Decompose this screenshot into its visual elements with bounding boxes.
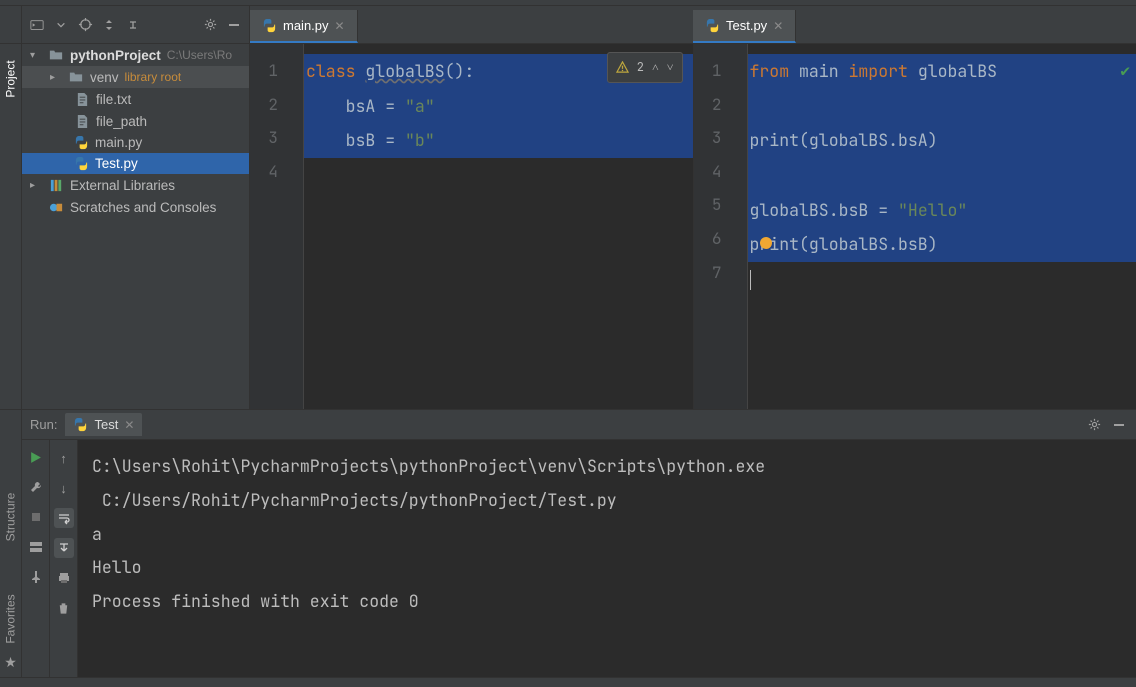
python-icon: [705, 18, 720, 33]
warning-icon: [616, 61, 629, 74]
console-line: C:/Users/Rohit/PycharmProjects/pythonPro…: [92, 484, 1122, 518]
chevron-right-icon[interactable]: ▸: [50, 72, 62, 83]
scroll-to-end-icon[interactable]: [54, 538, 74, 558]
target-icon[interactable]: [76, 16, 94, 34]
file-icon: [74, 91, 90, 107]
fold-gutter[interactable]: [734, 44, 748, 409]
run-label: Run:: [30, 417, 57, 432]
tree-file-path[interactable]: file_path: [22, 110, 249, 132]
wrench-icon[interactable]: [27, 478, 45, 496]
file-icon: [74, 113, 90, 129]
editor-tabs-right: Test.py ✕: [693, 6, 1136, 43]
gear-icon[interactable]: [1087, 417, 1102, 432]
editor-tabs-left: main.py ✕: [250, 6, 693, 43]
python-icon: [74, 135, 89, 150]
project-tool-toolbar: [22, 6, 250, 43]
close-icon[interactable]: ✕: [124, 418, 134, 432]
scratch-icon: [48, 199, 64, 215]
editor-test-py[interactable]: 1 2 3 4 5 6 7 ✔ from main import globalB…: [694, 44, 1136, 409]
console-line: Hello: [92, 551, 1122, 585]
project-dropdown-icon[interactable]: [28, 16, 46, 34]
tab-test-py[interactable]: Test.py ✕: [693, 10, 796, 43]
scratches-consoles[interactable]: Scratches and Consoles: [22, 196, 249, 218]
left-gutter-top: [0, 6, 22, 43]
tree-file-txt[interactable]: file.txt: [22, 88, 249, 110]
tree-file-label: file.txt: [96, 92, 131, 107]
stop-icon[interactable]: [27, 508, 45, 526]
tab-label: Test.py: [726, 18, 767, 33]
run-tab-test[interactable]: Test ✕: [65, 413, 142, 436]
toolwindow-structure[interactable]: Structure: [4, 493, 18, 542]
check-icon[interactable]: ✔: [1120, 54, 1130, 88]
run-tabs: Run: Test ✕: [22, 410, 1136, 440]
favorites-star-icon[interactable]: ★: [4, 654, 17, 671]
tree-file-label: Test.py: [95, 156, 138, 171]
console-line: C:\Users\Rohit\PycharmProjects\pythonPro…: [92, 450, 1122, 484]
toolwindow-favorites[interactable]: Favorites: [4, 594, 18, 643]
toolwindow-project[interactable]: Project: [4, 60, 18, 97]
run-tool-window: ★ Run: Test ✕: [0, 409, 1136, 677]
tab-main-py[interactable]: main.py ✕: [250, 10, 358, 43]
fold-gutter[interactable]: [290, 44, 304, 409]
close-icon[interactable]: ✕: [773, 19, 783, 33]
ext-lib-label: External Libraries: [70, 178, 175, 193]
tree-file-label: main.py: [95, 135, 142, 150]
inspection-widget[interactable]: 2 ˄ ˅: [607, 52, 683, 83]
python-icon: [262, 18, 277, 33]
project-name: pythonProject: [70, 48, 161, 63]
collapse-all-icon[interactable]: [124, 16, 142, 34]
python-icon: [73, 417, 88, 432]
close-icon[interactable]: ✕: [335, 19, 345, 33]
trash-icon[interactable]: [54, 598, 74, 618]
hide-icon[interactable]: [225, 16, 243, 34]
soft-wrap-icon[interactable]: [54, 508, 74, 528]
nav-up-icon[interactable]: ˄: [652, 55, 659, 80]
inspection-count: 2: [637, 55, 644, 80]
run-tab-label: Test: [94, 417, 118, 432]
intention-bulb-icon[interactable]: [760, 237, 772, 249]
scratches-label: Scratches and Consoles: [70, 200, 216, 215]
chevron-down-icon[interactable]: ▾: [30, 50, 42, 61]
chevron-down-icon[interactable]: [52, 16, 70, 34]
left-tool-stripe: Project Structure Favorites: [0, 44, 22, 409]
folder-icon: [68, 69, 84, 85]
caret: [750, 270, 751, 290]
run-icon[interactable]: [27, 448, 45, 466]
library-icon: [48, 177, 64, 193]
folder-icon: [48, 47, 64, 63]
print-icon[interactable]: [54, 568, 74, 588]
code-area[interactable]: ✔ from main import globalBS print(global…: [748, 44, 1136, 409]
project-path: C:\Users\Ro: [167, 48, 232, 62]
up-arrow-icon[interactable]: ↑: [54, 448, 74, 468]
status-bar: [0, 677, 1136, 687]
pin-icon[interactable]: [27, 568, 45, 586]
library-root-hint: library root: [125, 70, 182, 84]
console-line: a: [92, 518, 1122, 552]
hide-icon[interactable]: [1110, 416, 1128, 434]
tree-main-py[interactable]: main.py: [22, 132, 249, 153]
venv-folder[interactable]: ▸ venv library root: [22, 66, 249, 88]
project-root[interactable]: ▾ pythonProject C:\Users\Ro: [22, 44, 249, 66]
console-output[interactable]: C:\Users\Rohit\PycharmProjects\pythonPro…: [78, 440, 1136, 677]
tab-label: main.py: [283, 18, 329, 33]
tree-test-py[interactable]: Test.py: [22, 153, 249, 174]
run-action-toolbar: [22, 440, 50, 677]
chevron-right-icon[interactable]: ▸: [30, 180, 42, 191]
nav-down-icon[interactable]: ˅: [667, 55, 674, 80]
line-numbers: 1 2 3 4: [250, 44, 290, 409]
external-libraries[interactable]: ▸ External Libraries: [22, 174, 249, 196]
gear-icon[interactable]: [201, 16, 219, 34]
venv-label: venv: [90, 70, 119, 85]
expand-all-icon[interactable]: [100, 16, 118, 34]
down-arrow-icon[interactable]: ↓: [54, 478, 74, 498]
layout-icon[interactable]: [27, 538, 45, 556]
project-tree[interactable]: ▾ pythonProject C:\Users\Ro ▸ venv libra…: [22, 44, 250, 409]
python-icon: [74, 156, 89, 171]
console-line: Process finished with exit code 0: [92, 585, 1122, 619]
line-numbers: 1 2 3 4 5 6 7: [694, 44, 734, 409]
tree-file-label: file_path: [96, 114, 147, 129]
code-area[interactable]: 2 ˄ ˅ class globalBS(): bsA = "a" bsB = …: [304, 44, 693, 409]
editor-main-py[interactable]: 1 2 3 4 2 ˄ ˅ class globalBS():: [250, 44, 694, 409]
console-toolbar: ↑ ↓: [50, 440, 78, 677]
